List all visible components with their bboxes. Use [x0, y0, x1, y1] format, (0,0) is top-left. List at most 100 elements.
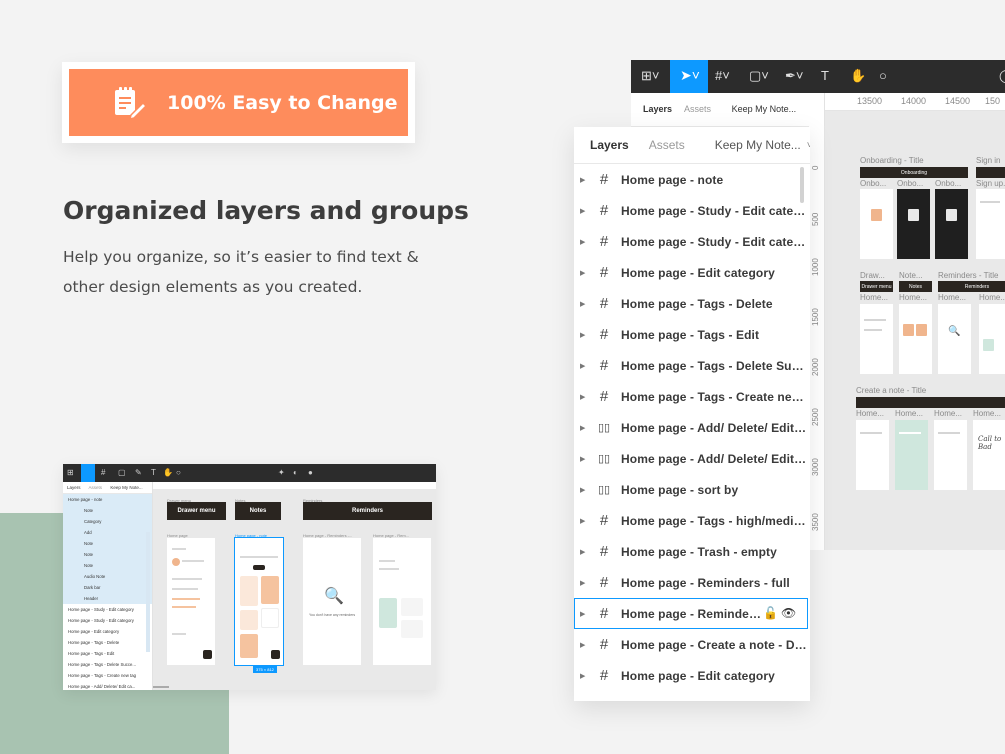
mini-frame-home[interactable]	[167, 538, 215, 665]
layer-row[interactable]: ▶ ▯▯ Home page - sort by	[574, 474, 810, 505]
expand-arrow-icon[interactable]: ▶	[580, 269, 588, 277]
expand-arrow-icon[interactable]: ▶	[580, 486, 588, 494]
mini-layer-row[interactable]: Dark bar	[63, 582, 152, 593]
contrast-icon[interactable]: ◐	[293, 468, 298, 477]
layer-row[interactable]: ▶ # Home page - Edit category	[574, 257, 810, 288]
canvas-frame[interactable]	[935, 189, 968, 259]
layer-row[interactable]: ▶ # Home page - Tags - Delete Succe...	[574, 350, 810, 381]
page-select[interactable]: Keep My Note...	[715, 138, 801, 152]
layer-row[interactable]: ▶ # Home page - Reminders - full	[574, 567, 810, 598]
layer-row[interactable]: ▶ ▯▯ Home page - Add/ Delete/ Edit ca...	[574, 443, 810, 474]
layer-row[interactable]: ▶ # Home page - Study - Edit category	[574, 195, 810, 226]
layer-row[interactable]: ▶ # Home page - Create a note - Draw...	[574, 629, 810, 660]
mini-layer-row[interactable]: Home page - note	[63, 494, 152, 505]
canvas-frame[interactable]	[976, 189, 1005, 259]
unlock-icon[interactable]: 🔓	[763, 606, 778, 620]
mini-layer-row[interactable]: Audio Note	[63, 571, 152, 582]
expand-arrow-icon[interactable]: ▶	[580, 238, 588, 246]
expand-arrow-icon[interactable]: ▶	[580, 455, 588, 463]
expand-arrow-icon[interactable]: ▶	[580, 176, 588, 184]
big-tab-assets[interactable]: Assets	[684, 104, 711, 114]
expand-arrow-icon[interactable]: ▶	[580, 207, 588, 215]
canvas-frame[interactable]	[899, 304, 932, 374]
move-tool-icon[interactable]: ➤˅	[670, 60, 708, 93]
layer-row[interactable]: ▶ # Home page - Tags - Delete	[574, 288, 810, 319]
mini-layer-row[interactable]: Add	[63, 527, 152, 538]
components-icon[interactable]: ◯	[999, 68, 1005, 84]
layer-row[interactable]: ▶ # Home page - Tags - Edit	[574, 319, 810, 350]
mini-layer-row[interactable]: Home page - Edit category	[63, 626, 152, 637]
canvas-frame[interactable]: 🔍	[938, 304, 971, 374]
expand-arrow-icon[interactable]: ▶	[580, 300, 588, 308]
mini-tab-assets[interactable]: Assets	[89, 485, 103, 490]
mini-layer-row[interactable]: Home page - Tags - Edit	[63, 648, 152, 659]
frame-tool-icon[interactable]: #˅	[715, 68, 730, 83]
pen-tool-icon[interactable]: ✎	[135, 468, 142, 477]
canvas-frame[interactable]	[860, 189, 893, 259]
mini-page-select[interactable]: Keep My Note...	[110, 485, 142, 490]
mini-layer-row[interactable]: Header	[63, 593, 152, 604]
tab-layers[interactable]: Layers	[590, 138, 629, 152]
mini-layer-row[interactable]: Home page - Study - Edit category	[63, 615, 152, 626]
layer-row[interactable]: ▶ # Home page - Edit category	[574, 660, 810, 691]
mini-layer-row[interactable]: Home page - Tags - Delete Succe...	[63, 659, 152, 670]
comment-tool-icon[interactable]: ○	[879, 68, 887, 83]
layer-row[interactable]: ▶ # Home page - note	[574, 164, 810, 195]
figma-menu-icon[interactable]: ⊞	[67, 468, 74, 477]
big-tab-layers[interactable]: Layers	[643, 104, 672, 114]
mini-layer-row[interactable]: Note	[63, 505, 152, 516]
expand-arrow-icon[interactable]: ▶	[580, 362, 588, 370]
mini-frame-note[interactable]	[234, 537, 284, 666]
mini-layer-row[interactable]: Home page - Tags - Create new tag	[63, 670, 152, 681]
expand-arrow-icon[interactable]: ▶	[580, 393, 588, 401]
expand-arrow-icon[interactable]: ▶	[580, 610, 588, 618]
hand-tool-icon[interactable]: ✋	[850, 68, 866, 84]
comment-tool-icon[interactable]: ○	[176, 468, 181, 477]
expand-arrow-icon[interactable]: ▶	[580, 548, 588, 556]
shape-tool-icon[interactable]: ▢˅	[749, 68, 769, 84]
figma-menu-icon[interactable]: ⊞˅	[641, 68, 659, 84]
mini-tab-layers[interactable]: Layers	[67, 485, 81, 490]
layer-row[interactable]: ▶ # Home page - Trash - empty	[574, 536, 810, 567]
expand-arrow-icon[interactable]: ▶	[580, 641, 588, 649]
layer-row[interactable]: ▶ # Home page - Tags - Create new tag	[574, 381, 810, 412]
pen-tool-icon[interactable]: ✒˅	[785, 68, 803, 84]
chevron-down-icon[interactable]: ˅	[807, 140, 810, 151]
canvas-frame[interactable]	[897, 189, 930, 259]
canvas-frame[interactable]	[856, 420, 889, 490]
canvas-frame[interactable]	[895, 420, 928, 490]
canvas-frame[interactable]	[860, 304, 893, 374]
mini-frame-reminders-full[interactable]	[373, 538, 431, 665]
eye-icon[interactable]: 👁	[781, 606, 796, 620]
layer-row[interactable]: ▶ # Home page - Tags - high/medium...	[574, 505, 810, 536]
expand-arrow-icon[interactable]: ▶	[580, 579, 588, 587]
mini-layer-row[interactable]: Home page - Add/ Delete/ Edit ca...	[63, 681, 152, 690]
move-tool-icon[interactable]	[81, 464, 95, 482]
canvas-frame[interactable]: Call to Bad	[973, 420, 1005, 490]
mini-frame-reminders-empty[interactable]: 🔍 You don't have any reminders	[303, 538, 361, 665]
layer-row[interactable]: ▶ # Home page - Reminders ... 🔓 👁	[574, 598, 808, 629]
mini-h-scrollbar[interactable]	[153, 686, 169, 688]
components-icon[interactable]: ✦	[278, 468, 285, 477]
shape-tool-icon[interactable]: ▢	[118, 468, 126, 477]
layer-row[interactable]: ▶ # Home page - Study - Edit category	[574, 226, 810, 257]
mini-layer-row[interactable]: Home page - Study - Edit category	[63, 604, 152, 615]
expand-arrow-icon[interactable]: ▶	[580, 424, 588, 432]
mini-layer-row[interactable]: Note	[63, 549, 152, 560]
mini-layer-row[interactable]: Note	[63, 560, 152, 571]
expand-arrow-icon[interactable]: ▶	[580, 517, 588, 525]
text-tool-icon[interactable]: T	[821, 68, 829, 83]
frame-tool-icon[interactable]: #	[101, 468, 105, 477]
mini-scrollbar[interactable]	[146, 532, 150, 652]
share-icon[interactable]: ●	[308, 468, 313, 477]
text-tool-icon[interactable]: T	[151, 468, 156, 477]
expand-arrow-icon[interactable]: ▶	[580, 672, 588, 680]
hand-tool-icon[interactable]: ✋	[163, 468, 173, 477]
big-page-select[interactable]: Keep My Note...	[732, 104, 797, 114]
mini-layer-row[interactable]: Note	[63, 538, 152, 549]
canvas-frame[interactable]	[934, 420, 967, 490]
layer-row[interactable]: ▶ ▯▯ Home page - Add/ Delete/ Edit ca...	[574, 412, 810, 443]
expand-arrow-icon[interactable]: ▶	[580, 331, 588, 339]
tab-assets[interactable]: Assets	[649, 138, 685, 152]
layers-scrollbar[interactable]	[800, 167, 804, 203]
